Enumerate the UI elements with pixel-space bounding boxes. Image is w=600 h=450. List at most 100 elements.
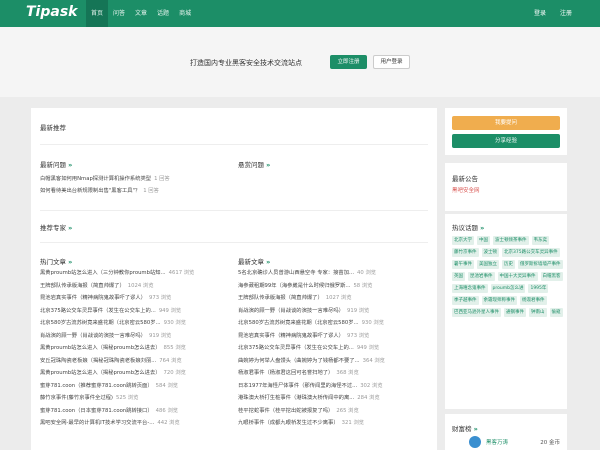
list-item[interactable]: 肖战演的顾一野（肖战谈的演技一言难尽吗） 919 浏览 [238,305,428,318]
article-title[interactable]: 杨淑君事件（杨淑君这回可名誉扫地了） [238,370,333,376]
list-item[interactable]: 昆池岩真实事件（精神病院鬼故事吓了谬人） 973 浏览 [238,330,428,343]
topic-tag[interactable]: 波士顿 [481,248,499,257]
nav-topics[interactable]: 话题 [152,0,174,27]
list-item[interactable]: 九眼桥事件（成都九眼桥发生过不少离事） 321 浏览 [238,417,428,430]
list-item[interactable]: 北京375路公交车灵异事件（发生在公交车上的... 949 浏览 [40,305,230,318]
rank-row[interactable]: 黑客万涛 20 金币 [452,434,560,450]
more-icon[interactable]: » [68,258,72,266]
list-item[interactable]: 北京580岁古流苏树竟来盛花期（北京密云580岁... 930 浏览 [40,317,230,330]
article-title[interactable]: 5名北京确诊人员曾游山西悬空寺 专家：接苗加... [238,270,354,276]
article-title[interactable]: 日本1977年海怪尸体事件（那传闻里的海怪不过... [238,383,357,389]
topic-tag[interactable]: 中国 [477,236,490,245]
article-title[interactable]: 黑黄proumb站怎么进入（揭秘proumb怎么进去） [40,345,161,351]
nav-shop[interactable]: 商城 [174,0,196,27]
experts-title[interactable]: 推荐专家 » [40,222,72,232]
article-title[interactable]: 王牌部队传承版海报（简直帅爆了） [238,295,323,301]
topic-tag[interactable]: 暑午事件 [452,260,474,269]
article-title[interactable]: 海参葳租期99年（海参崴是什么时候归俄罗斯... [238,283,350,289]
article-title[interactable]: 蜜芽781.coon（日本蜜芽781.coon跳转接口） [40,408,153,414]
latest-articles-title[interactable]: 最新文章 » [238,256,270,266]
article-title[interactable]: 黑吧安全网-最早的计算机IT技术学习交流平台-... [40,420,154,426]
list-item[interactable]: 黑黄proumb站怎么进入（揭秘proumb怎么进去） 855 浏览 [40,342,230,355]
topic-tag[interactable]: 1995年 [528,284,549,293]
article-title[interactable]: 港珠澳大桥打生桩事件（港珠澳大桥传闻中的离... [238,395,354,401]
login-link[interactable]: 登录 [534,0,546,27]
notice-link[interactable]: 黑吧安全网 [452,186,480,194]
topic-tag[interactable]: 昆池岩事件 [468,272,495,281]
list-item[interactable]: 海参葳租期99年（海参崴是什么时候归俄罗斯... 58 浏览 [238,280,428,293]
topic-tag[interactable]: 通钢事件 [504,308,526,317]
topic-tag[interactable]: 波士顿倾茶事件 [493,236,529,245]
list-item[interactable]: 王牌部队传承版海报（简直帅爆了） 1027 浏览 [238,292,428,305]
more-icon[interactable]: » [266,258,270,266]
list-item[interactable]: 黑黄proumb站怎么进入（揭秘proumb怎么进去） 720 浏览 [40,367,230,380]
topic-tag[interactable]: 杨淑君事件 [520,296,547,305]
list-item[interactable]: 黑吧安全网-最早的计算机IT技术学习交流平台-... 442 浏览 [40,417,230,430]
more-icon[interactable]: » [474,425,478,433]
nav-home[interactable]: 首页 [86,0,109,27]
user-login-button[interactable]: 用户登录 [373,55,410,69]
list-item[interactable]: 港珠澳大桥打生桩事件（港珠澳大桥传闻中的离... 284 浏览 [238,392,428,405]
more-icon[interactable]: » [480,224,484,232]
list-item[interactable]: 白帽黑客如何用Nmap探测计算机操作系统类型 1 回答 [40,173,170,185]
hot-topics-title[interactable]: 热议话题 » [452,222,484,232]
nav-questions[interactable]: 问答 [108,0,130,27]
list-item[interactable]: 昆池岩真实事件（精神病院鬼故事吓了谬人） 973 浏览 [40,292,230,305]
topic-tag[interactable]: 中国十大灵异事件 [497,272,538,281]
article-title[interactable]: 黑黄proumb站怎么进入（三分钟教你proumb站知... [40,270,166,276]
list-item[interactable]: 安丘冠珠陶瓷老板娘（揭秘冠珠陶瓷老板娘刘丽... 764 浏览 [40,355,230,368]
topic-tag[interactable]: 英国 [452,272,465,281]
list-item[interactable]: 黑黄proumb站怎么进入（三分钟教你proumb站知... 4617 浏览 [40,267,230,280]
article-title[interactable]: 桂平挖蛇事件（桂平挖出蛇被报复了吗） [238,408,333,414]
list-item[interactable]: 北京375路公交车灵异事件（发生在公交车上的... 949 浏览 [238,342,428,355]
article-title[interactable]: 北京375路公交车灵异事件（发生在公交车上的... [238,345,354,351]
topic-tag[interactable]: 余霜现师称事件 [481,296,517,305]
topic-tag[interactable]: proumb怎么进 [490,284,526,293]
bounty-questions-title[interactable]: 悬赏问题 » [238,159,270,169]
list-item[interactable]: 曲婉婷为何举人盘馒头（曲婉婷为了钱杨都不要了... 364 浏览 [238,355,428,368]
topic-tag[interactable]: 韦东奕 [531,236,549,245]
more-icon[interactable]: » [68,161,72,169]
register-now-button[interactable]: 立即注册 [330,55,367,69]
list-item[interactable]: 如何看待美出台新规限制出售"黑客工具"？ 1 回答 [40,185,170,197]
latest-questions-title[interactable]: 最新问题 » [40,159,72,169]
article-title[interactable]: 曲婉婷为何举人盘馒头（曲婉婷为了钱杨都不要了... [238,358,360,364]
article-title[interactable]: 北京580岁古流苏树竟来盛花期（北京密云580岁... [40,320,161,326]
list-item[interactable]: 王牌部队传承版海报（简直帅爆了） 1024 浏览 [40,280,230,293]
article-title[interactable]: 北京375路公交车灵异事件（发生在公交车上的... [40,308,156,314]
list-item[interactable]: 蜜芽781.coon（推荐蜜芽781.coon跳转页面） 584 浏览 [40,380,230,393]
list-item[interactable]: 蜜芽781.coon（日本蜜芽781.coon跳转接口） 486 浏览 [40,405,230,418]
topic-tag[interactable]: 白帽黑客 [540,272,563,281]
rank-user-name[interactable]: 黑客万涛 [486,438,508,446]
article-title[interactable]: 藤竹京事件(藤竹京事件全过程) [40,395,113,401]
article-title[interactable]: 黑黄proumb站怎么进入（揭秘proumb怎么进去） [40,370,161,376]
topic-tag[interactable]: 巴西亚马逊外星人事件 [452,308,501,317]
topic-tag[interactable]: 偷窥 [549,308,563,317]
more-icon[interactable]: » [68,224,72,232]
register-link[interactable]: 注册 [560,0,572,27]
question-title[interactable]: 白帽黑客如何用Nmap探测计算机操作系统类型 [40,176,151,182]
topic-tag[interactable]: 上海嘻念鬼事件 [452,284,488,293]
topic-tag[interactable]: 美国独立 [477,260,499,269]
article-title[interactable]: 肖战演的顾一野（肖战谈的演技一言难尽吗） [40,333,146,339]
topic-tag[interactable]: 藤竹京事件 [452,248,479,257]
list-item[interactable]: 5名北京确诊人员曾游山西悬空寺 专家：接苗加... 40 浏览 [238,267,428,280]
nav-articles[interactable]: 文章 [130,0,152,27]
article-title[interactable]: 肖战演的顾一野（肖战谈的演技一言难尽吗） [238,308,344,314]
question-title[interactable]: 如何看待美出台新规限制出售"黑客工具"？ [40,188,140,194]
article-title[interactable]: 北京580岁古流苏树竟来盛花期（北京密云580岁... [238,320,359,326]
topic-tag[interactable]: 历史 [502,260,515,269]
topic-tag[interactable]: 钟南山 [529,308,547,317]
topic-tag[interactable]: 北京大学 [452,236,474,245]
article-title[interactable]: 王牌部队传承版海报（简直帅爆了） [40,283,125,289]
site-logo[interactable]: Tipask [26,4,77,20]
list-item[interactable]: 北京580岁古流苏树竟来盛花期（北京密云580岁... 930 浏览 [238,317,428,330]
article-title[interactable]: 昆池岩真实事件（精神病院鬼故事吓了谬人） [238,333,344,339]
article-title[interactable]: 蜜芽781.coon（推荐蜜芽781.coon跳转页面） [40,383,153,389]
topic-tag[interactable]: 北京375路公交车灵异事件 [502,248,560,257]
article-title[interactable]: 昆池岩真实事件（精神病院鬼故事吓了谬人） [40,295,146,301]
topic-tag[interactable]: 季子越事件 [452,296,479,305]
list-item[interactable]: 藤竹京事件(藤竹京事件全过程) 525 浏览 [40,392,230,405]
hot-articles-title[interactable]: 热门文章 » [40,256,72,266]
list-item[interactable]: 桂平挖蛇事件（桂平挖出蛇被报复了吗） 265 浏览 [238,405,428,418]
